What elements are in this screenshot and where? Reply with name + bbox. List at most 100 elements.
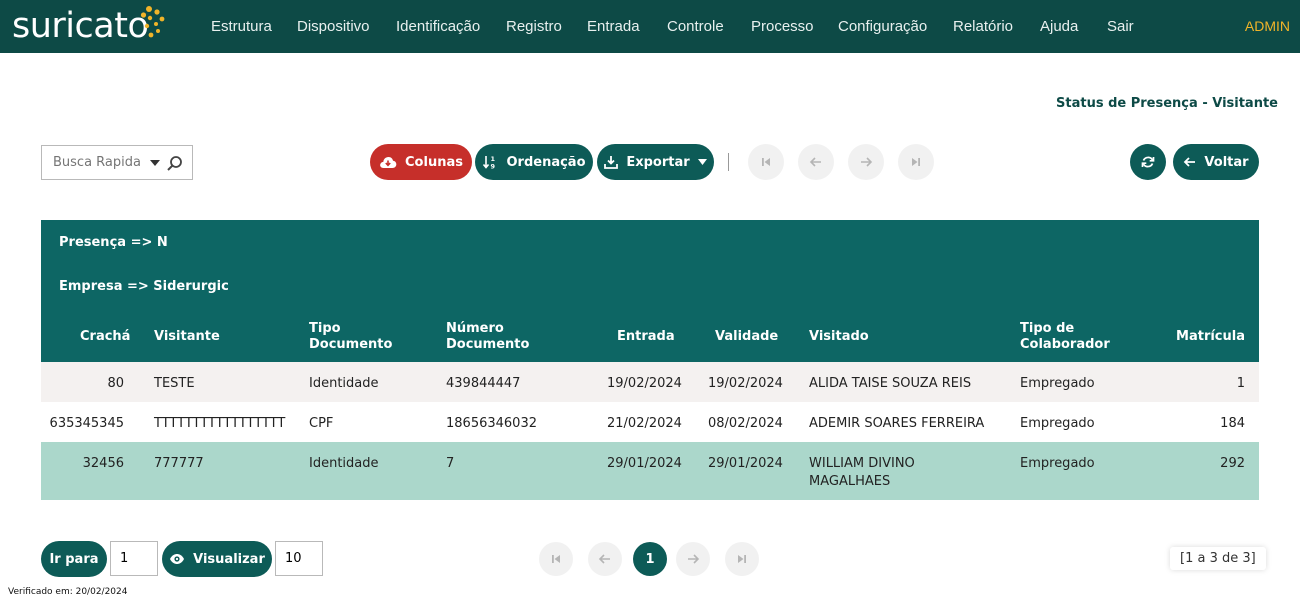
column-header-line: Documento xyxy=(446,337,530,352)
cell-entrada: 21/02/2024 xyxy=(607,416,682,431)
next-page-button[interactable] xyxy=(848,144,884,180)
column-header-numero-documento[interactable]: Número Documento xyxy=(446,321,529,353)
back-button[interactable]: Voltar xyxy=(1173,144,1259,180)
cell-tipo-documento: Identidade xyxy=(309,456,379,471)
column-header-tipo-colaborador[interactable]: Tipo de Colaborador xyxy=(1020,321,1110,353)
nav-registro[interactable]: Registro xyxy=(506,18,562,35)
columns-label: Colunas xyxy=(405,154,463,170)
cell-cracha: 80 xyxy=(107,376,124,391)
arrow-left-icon xyxy=(809,157,821,167)
top-navbar: suricato Estrutura Dispositivo Identific… xyxy=(0,0,1300,53)
quick-search[interactable] xyxy=(41,145,193,180)
cell-matricula: 1 xyxy=(1236,376,1245,391)
quick-search-input[interactable] xyxy=(42,146,142,179)
first-page-button[interactable] xyxy=(748,144,784,180)
download-icon xyxy=(604,156,619,169)
cell-visitante: TESTE xyxy=(154,376,195,391)
export-label: Exportar xyxy=(626,154,690,170)
columns-button[interactable]: Colunas xyxy=(370,144,472,180)
go-to-page-label: Ir para xyxy=(49,551,99,567)
cell-tipo-documento: CPF xyxy=(309,416,334,431)
cell-validade: 19/02/2024 xyxy=(708,376,783,391)
eye-icon xyxy=(170,554,185,564)
column-header-entrada[interactable]: Entrada xyxy=(617,329,675,345)
column-header-visitante[interactable]: Visitante xyxy=(154,329,220,345)
nav-processo[interactable]: Processo xyxy=(751,18,814,35)
arrow-left-icon xyxy=(1184,157,1196,167)
last-page-icon xyxy=(912,158,920,166)
cell-line: ADEMIR SOARES FERREIRA xyxy=(809,416,985,431)
footer-first-page-button[interactable] xyxy=(539,542,573,576)
cell-numero-documento: 18656346032 xyxy=(446,416,537,431)
nav-estrutura[interactable]: Estrutura xyxy=(211,18,272,35)
cell-validade: 08/02/2024 xyxy=(708,416,783,431)
column-header-line: Documento xyxy=(309,337,393,352)
nav-entrada[interactable]: Entrada xyxy=(587,18,640,35)
toolbar-divider xyxy=(728,153,729,171)
cell-visitado: ADEMIR SOARES FERREIRA xyxy=(809,415,984,433)
nav-sair[interactable]: Sair xyxy=(1107,18,1134,35)
table-header: Presença => N Empresa => Siderurgic Crac… xyxy=(41,220,1259,362)
footer-next-page-button[interactable] xyxy=(676,542,710,576)
cell-visitado: ALIDA TAISE SOUZA REIS xyxy=(809,375,971,393)
page-title: Status de Presença - Visitante xyxy=(1056,96,1278,111)
export-button[interactable]: Exportar xyxy=(597,144,714,180)
cell-tipo-colaborador: Empregado xyxy=(1020,376,1095,391)
table-row[interactable]: 635345345 TTTTTTTTTTTTTTTTT CPF 18656346… xyxy=(41,402,1259,442)
nav-configuracao[interactable]: Configuração xyxy=(838,18,927,35)
column-header-line: Colaborador xyxy=(1020,337,1110,352)
go-to-page-input[interactable] xyxy=(110,541,158,576)
verified-date-text: Verificado em: 20/02/2024 xyxy=(8,587,128,597)
cell-cracha: 635345345 xyxy=(49,416,124,431)
cell-tipo-colaborador: Empregado xyxy=(1020,416,1095,431)
back-label: Voltar xyxy=(1204,154,1249,170)
visitor-presence-table: Presença => N Empresa => Siderurgic Crac… xyxy=(41,220,1259,500)
view-count-label: Visualizar xyxy=(193,551,265,567)
user-admin-label[interactable]: ADMIN xyxy=(1245,18,1290,34)
column-header-matricula[interactable]: Matrícula xyxy=(1176,329,1245,345)
refresh-button[interactable] xyxy=(1130,144,1166,180)
nav-identificacao[interactable]: Identificação xyxy=(396,18,480,35)
table-row-selected[interactable]: 32456 777777 Identidade 7 29/01/2024 29/… xyxy=(41,442,1259,500)
cell-numero-documento: 7 xyxy=(446,456,455,471)
logo-text: suricato xyxy=(12,5,149,46)
page-number-current[interactable]: 1 xyxy=(633,542,667,576)
table-row[interactable]: 80 TESTE Identidade 439844447 19/02/2024… xyxy=(41,362,1259,402)
cell-cracha: 32456 xyxy=(82,456,124,471)
app-logo[interactable]: suricato xyxy=(12,4,149,48)
column-header-validade[interactable]: Validade xyxy=(715,329,778,345)
cell-tipo-documento: Identidade xyxy=(309,376,379,391)
column-header-line: Número xyxy=(446,321,504,336)
footer-last-page-button[interactable] xyxy=(725,542,759,576)
cell-matricula: 184 xyxy=(1220,416,1245,431)
cell-line: ALIDA TAISE SOUZA REIS xyxy=(809,376,972,391)
cell-line: WILLIAM DIVINO xyxy=(809,456,915,471)
nav-relatorio[interactable]: Relatório xyxy=(953,18,1013,35)
cloud-download-icon xyxy=(380,157,397,168)
nav-dispositivo[interactable]: Dispositivo xyxy=(297,18,370,35)
cell-visitante: TTTTTTTTTTTTTTTTT xyxy=(154,416,286,431)
column-header-line: Tipo de xyxy=(1020,321,1075,336)
filter-company: Empresa => Siderurgic xyxy=(59,279,229,294)
page-size-input[interactable] xyxy=(275,541,323,576)
footer-prev-page-button[interactable] xyxy=(588,542,622,576)
view-count-button[interactable]: Visualizar xyxy=(162,541,272,577)
logo-dots-icon xyxy=(140,6,165,38)
caret-down-icon[interactable] xyxy=(150,160,160,166)
last-page-button[interactable] xyxy=(898,144,934,180)
prev-page-button[interactable] xyxy=(798,144,834,180)
refresh-icon xyxy=(1141,156,1155,168)
cell-line: MAGALHAES xyxy=(809,474,891,489)
cell-entrada: 19/02/2024 xyxy=(607,376,682,391)
search-icon[interactable] xyxy=(166,155,184,173)
nav-ajuda[interactable]: Ajuda xyxy=(1040,18,1078,35)
go-to-page-button[interactable]: Ir para xyxy=(41,541,107,577)
first-page-icon xyxy=(762,158,770,166)
column-header-cracha[interactable]: Crachá xyxy=(80,329,130,345)
column-header-tipo-documento[interactable]: Tipo Documento xyxy=(309,321,392,353)
nav-controle[interactable]: Controle xyxy=(667,18,724,35)
column-header-visitado[interactable]: Visitado xyxy=(809,329,869,345)
sort-button[interactable]: 1 9 Ordenação xyxy=(475,144,593,180)
cell-visitante: 777777 xyxy=(154,456,204,471)
record-range-indicator: [1 a 3 de 3] xyxy=(1170,547,1266,570)
